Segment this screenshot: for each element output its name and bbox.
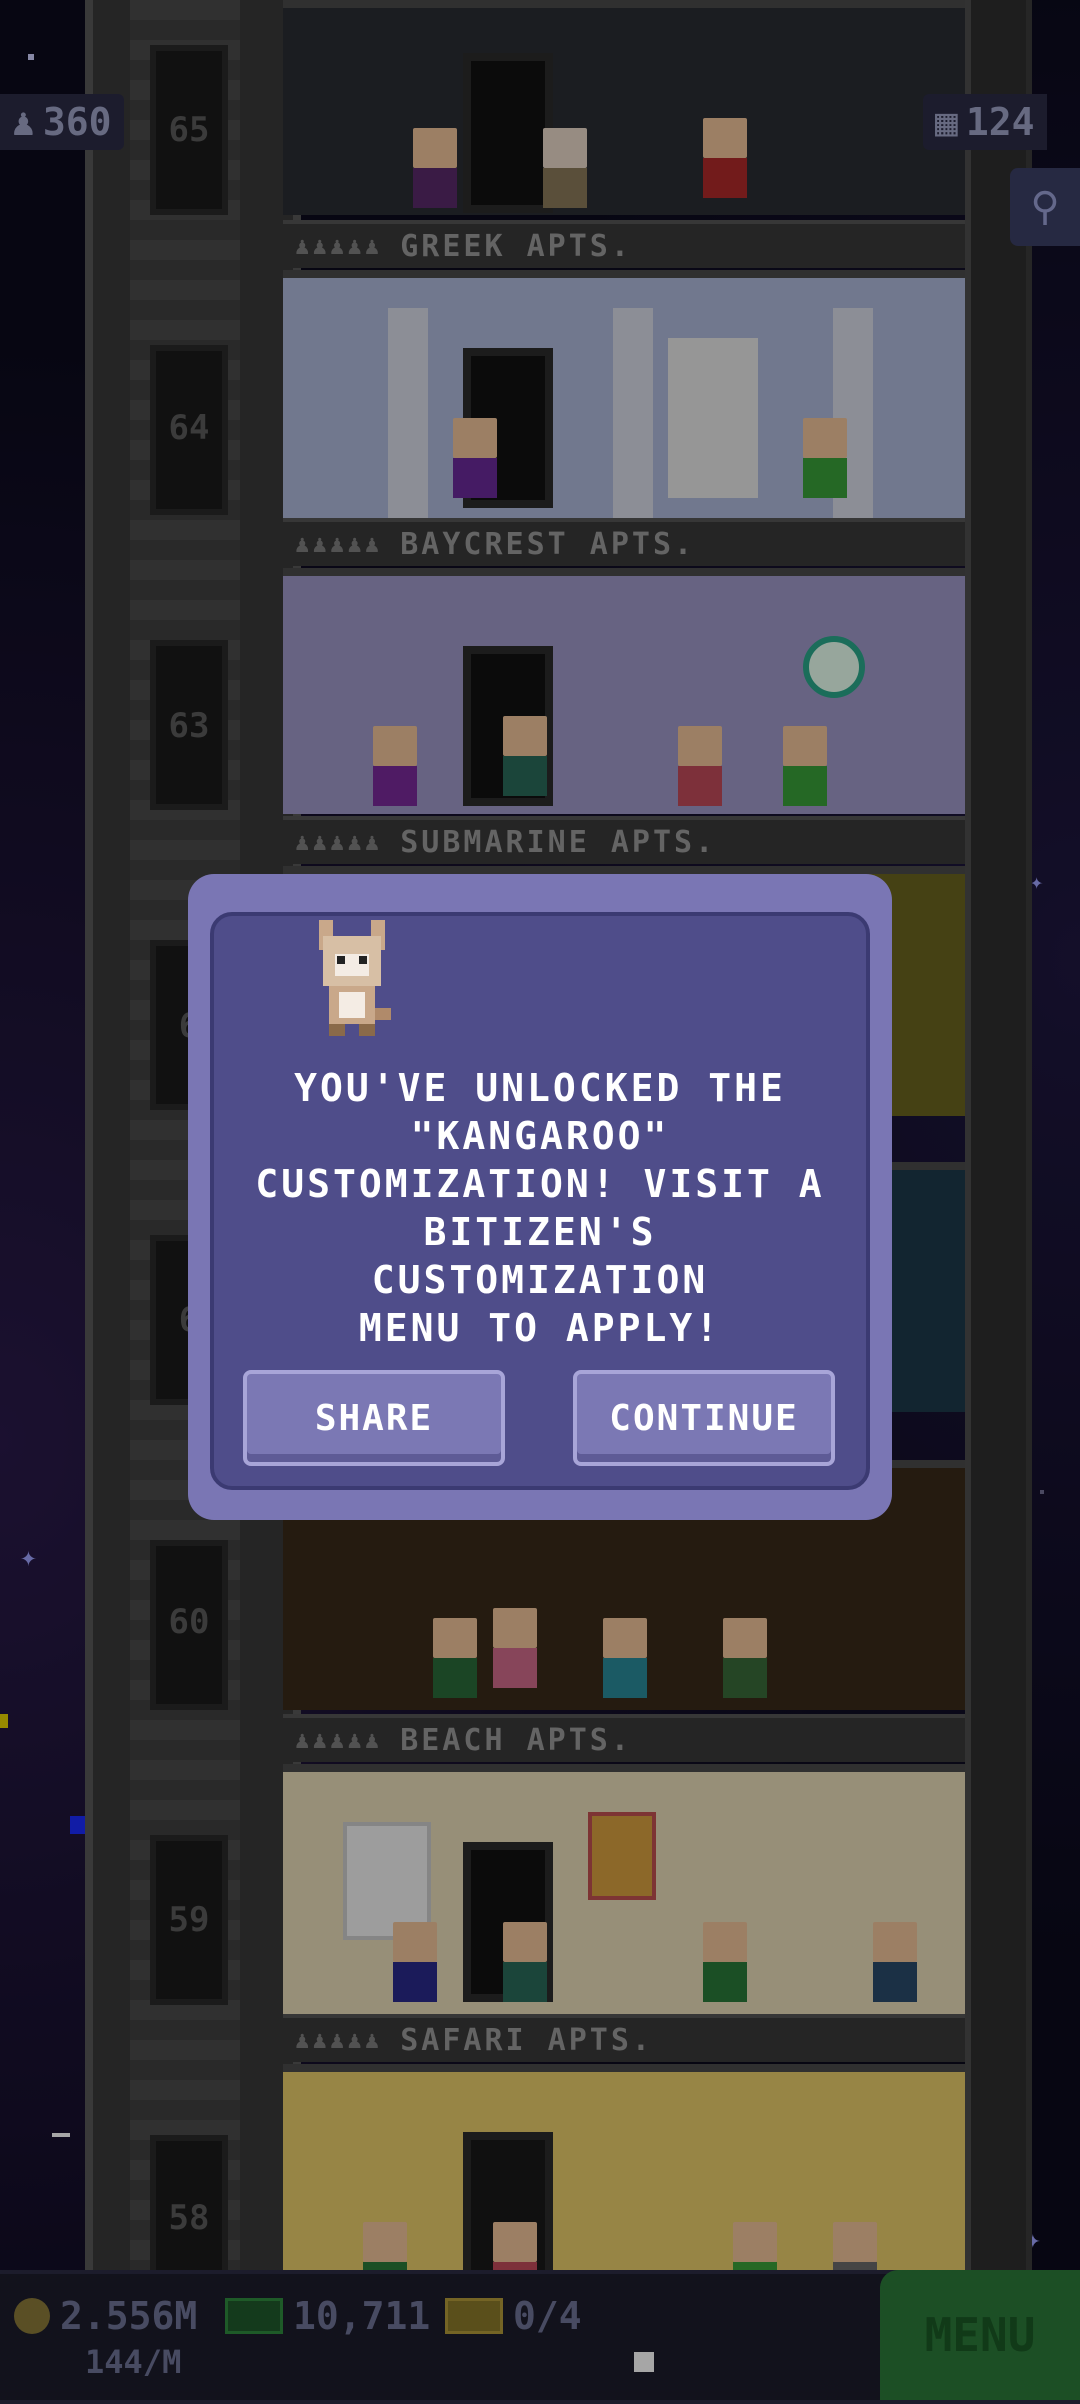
- share-label: SHARE: [314, 1397, 434, 1439]
- kangaroo-costume-icon: [311, 920, 393, 1038]
- continue-label: CONTINUE: [609, 1397, 799, 1439]
- message-line: MENU TO APPLY!: [358, 1306, 722, 1350]
- message-line: YOU'VE UNLOCKED THE: [294, 1066, 786, 1110]
- message-line: "KANGAROO": [410, 1114, 670, 1158]
- message-line: CUSTOMIZATION! VISIT A: [255, 1162, 825, 1206]
- share-button[interactable]: SHARE: [243, 1370, 505, 1466]
- continue-button[interactable]: CONTINUE: [573, 1370, 835, 1466]
- dialog-message: YOU'VE UNLOCKED THE "KANGAROO" CUSTOMIZA…: [250, 1064, 830, 1352]
- message-line: BITIZEN'S CUSTOMIZATION: [371, 1210, 709, 1302]
